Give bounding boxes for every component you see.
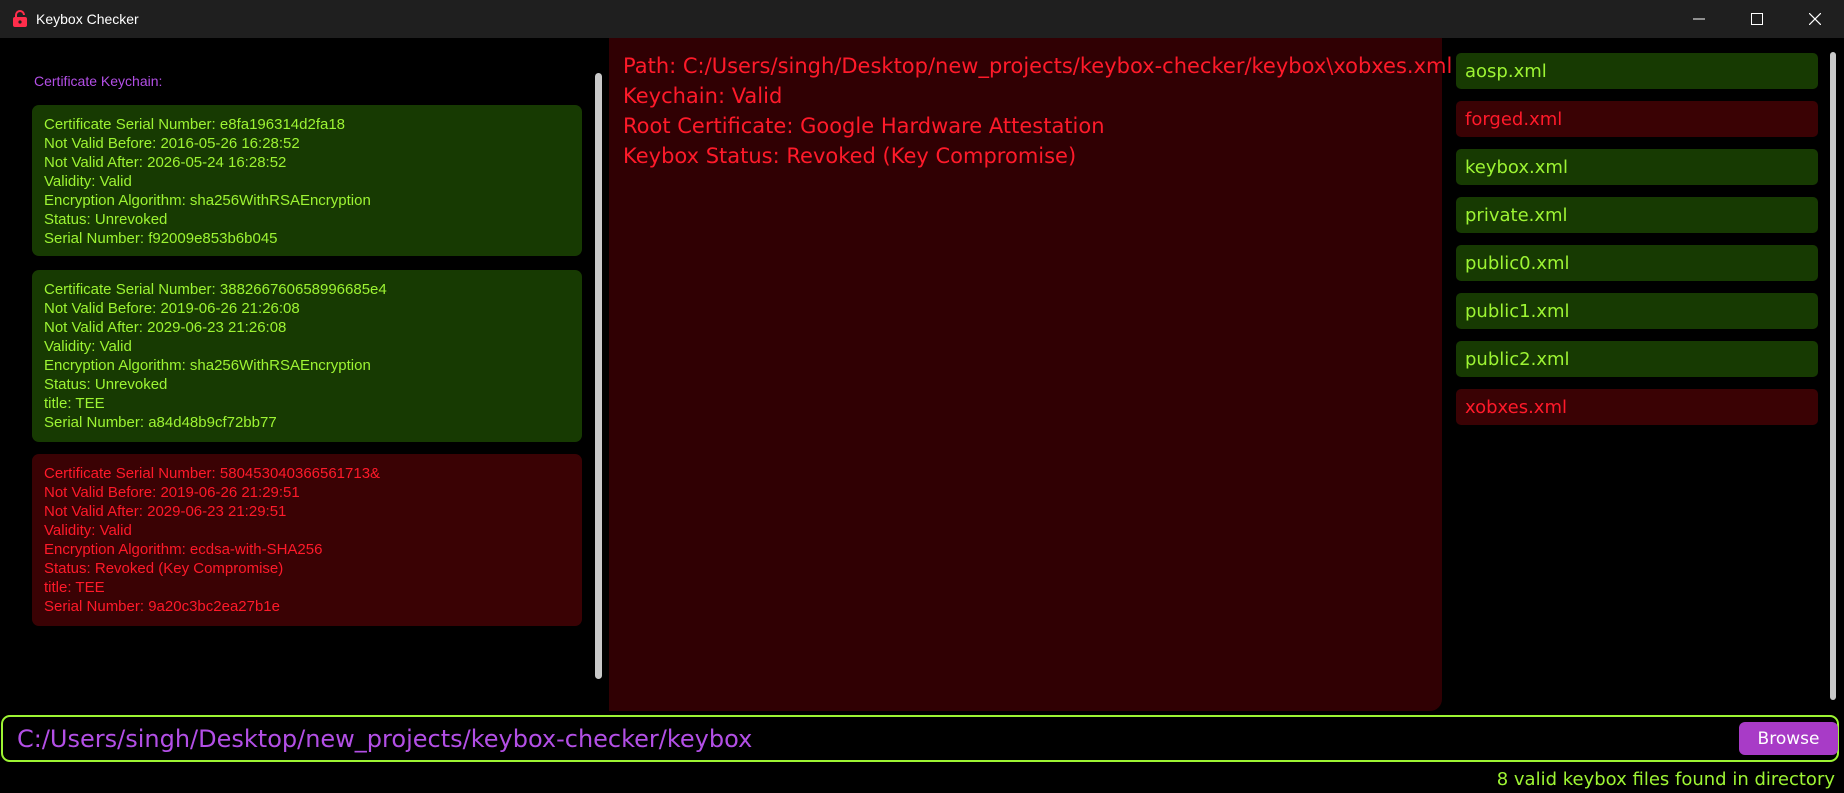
cert-line: Not Valid After: 2026-05-24 16:28:52	[44, 154, 287, 171]
file-item-private[interactable]: private.xml	[1456, 197, 1818, 233]
window-controls	[1670, 0, 1844, 38]
cert-line: Status: Unrevoked	[44, 211, 168, 228]
file-item-aosp[interactable]: aosp.xml	[1456, 53, 1818, 89]
window-title: Keybox Checker	[36, 11, 139, 27]
close-icon	[1809, 13, 1821, 25]
cert-line: title: TEE	[44, 579, 105, 596]
cert-line: Not Valid After: 2029-06-23 21:29:51	[44, 503, 287, 520]
certificate-card: Certificate Serial Number: 3882667606589…	[32, 270, 582, 442]
certificate-keychain-panel[interactable]: Certificate Keychain: Certificate Serial…	[13, 51, 609, 701]
directory-path-bar: Browse	[1, 715, 1839, 762]
keybox-status-label: Keybox Status: Revoked (Key Compromise)	[623, 144, 1077, 168]
cert-line: Serial Number: a84d48b9cf72bb77	[44, 414, 277, 431]
cert-line: Serial Number: 9a20c3bc2ea27b1e	[44, 598, 280, 615]
browse-button[interactable]: Browse	[1739, 722, 1838, 755]
keychain-status-label: Keychain: Valid	[623, 84, 783, 108]
file-item-keybox[interactable]: keybox.xml	[1456, 149, 1818, 185]
cert-line: Encryption Algorithm: ecdsa-with-SHA256	[44, 541, 323, 558]
certificate-card: Certificate Serial Number: 5804530403665…	[32, 454, 582, 626]
certificate-card: Certificate Serial Number: e8fa196314d2f…	[32, 105, 582, 256]
cert-line: title: TEE	[44, 395, 105, 412]
directory-path-input[interactable]	[17, 721, 1717, 756]
cert-line: Validity: Valid	[44, 522, 132, 539]
keychain-scrollbar[interactable]	[595, 73, 602, 679]
lock-icon	[13, 10, 27, 27]
app-window: Keybox Checker Certificate Keychain: Cer…	[0, 0, 1844, 793]
file-item-public0[interactable]: public0.xml	[1456, 245, 1818, 281]
cert-line: Certificate Serial Number: 3882667606589…	[44, 281, 387, 298]
cert-line: Status: Revoked (Key Compromise)	[44, 560, 284, 577]
cert-line: Certificate Serial Number: e8fa196314d2f…	[44, 116, 346, 133]
cert-line: Not Valid Before: 2019-06-26 21:29:51	[44, 484, 300, 501]
cert-line: Validity: Valid	[44, 338, 132, 355]
path-label: Path: C:/Users/singh/Desktop/new_project…	[623, 54, 1453, 78]
keybox-details-panel: Path: C:/Users/singh/Desktop/new_project…	[609, 38, 1452, 711]
cert-line: Not Valid Before: 2016-05-26 16:28:52	[44, 135, 300, 152]
cert-line: Not Valid After: 2029-06-23 21:26:08	[44, 319, 287, 336]
cert-line: Certificate Serial Number: 5804530403665…	[44, 465, 381, 482]
cert-line: Status: Unrevoked	[44, 376, 168, 393]
close-button[interactable]	[1786, 0, 1844, 38]
root-certificate-label: Root Certificate: Google Hardware Attest…	[623, 114, 1105, 138]
title-bar[interactable]: Keybox Checker	[0, 0, 1844, 38]
maximize-icon	[1751, 13, 1763, 25]
file-item-public2[interactable]: public2.xml	[1456, 341, 1818, 377]
cert-line: Encryption Algorithm: sha256WithRSAEncry…	[44, 357, 371, 374]
maximize-button[interactable]	[1728, 0, 1786, 38]
minimize-icon	[1693, 18, 1705, 20]
minimize-button[interactable]	[1670, 0, 1728, 38]
cert-line: Serial Number: f92009e853b6b045	[44, 230, 278, 247]
cert-line: Validity: Valid	[44, 173, 132, 190]
file-item-forged[interactable]: forged.xml	[1456, 101, 1818, 137]
cert-line: Not Valid Before: 2019-06-26 21:26:08	[44, 300, 300, 317]
file-list-scrollbar[interactable]	[1830, 52, 1836, 700]
section-title: Certificate Keychain:	[34, 73, 163, 89]
status-message: 8 valid keybox files found in directory	[1496, 769, 1835, 790]
file-item-xobxes[interactable]: xobxes.xml	[1456, 389, 1818, 425]
cert-line: Encryption Algorithm: sha256WithRSAEncry…	[44, 192, 371, 209]
file-item-public1[interactable]: public1.xml	[1456, 293, 1818, 329]
